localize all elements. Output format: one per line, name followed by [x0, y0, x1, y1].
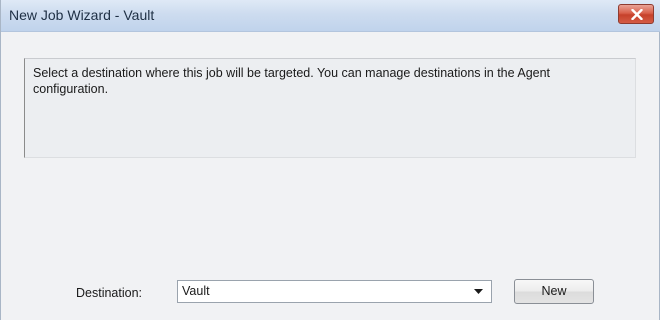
destination-dropdown[interactable]: Vault: [177, 280, 492, 303]
window-title: New Job Wizard - Vault: [9, 7, 155, 23]
title-bar[interactable]: New Job Wizard - Vault: [1, 0, 660, 32]
chevron-down-icon: [474, 289, 483, 294]
close-icon: [631, 9, 643, 20]
destination-label: Destination:: [76, 286, 143, 300]
close-button[interactable]: [618, 4, 654, 24]
description-panel: Select a destination where this job will…: [24, 58, 636, 158]
description-text: Select a destination where this job will…: [33, 66, 551, 96]
new-destination-button[interactable]: New: [514, 279, 594, 304]
wizard-window: New Job Wizard - Vault Select a destinat…: [0, 0, 660, 320]
destination-selected-value: Vault: [182, 284, 210, 298]
